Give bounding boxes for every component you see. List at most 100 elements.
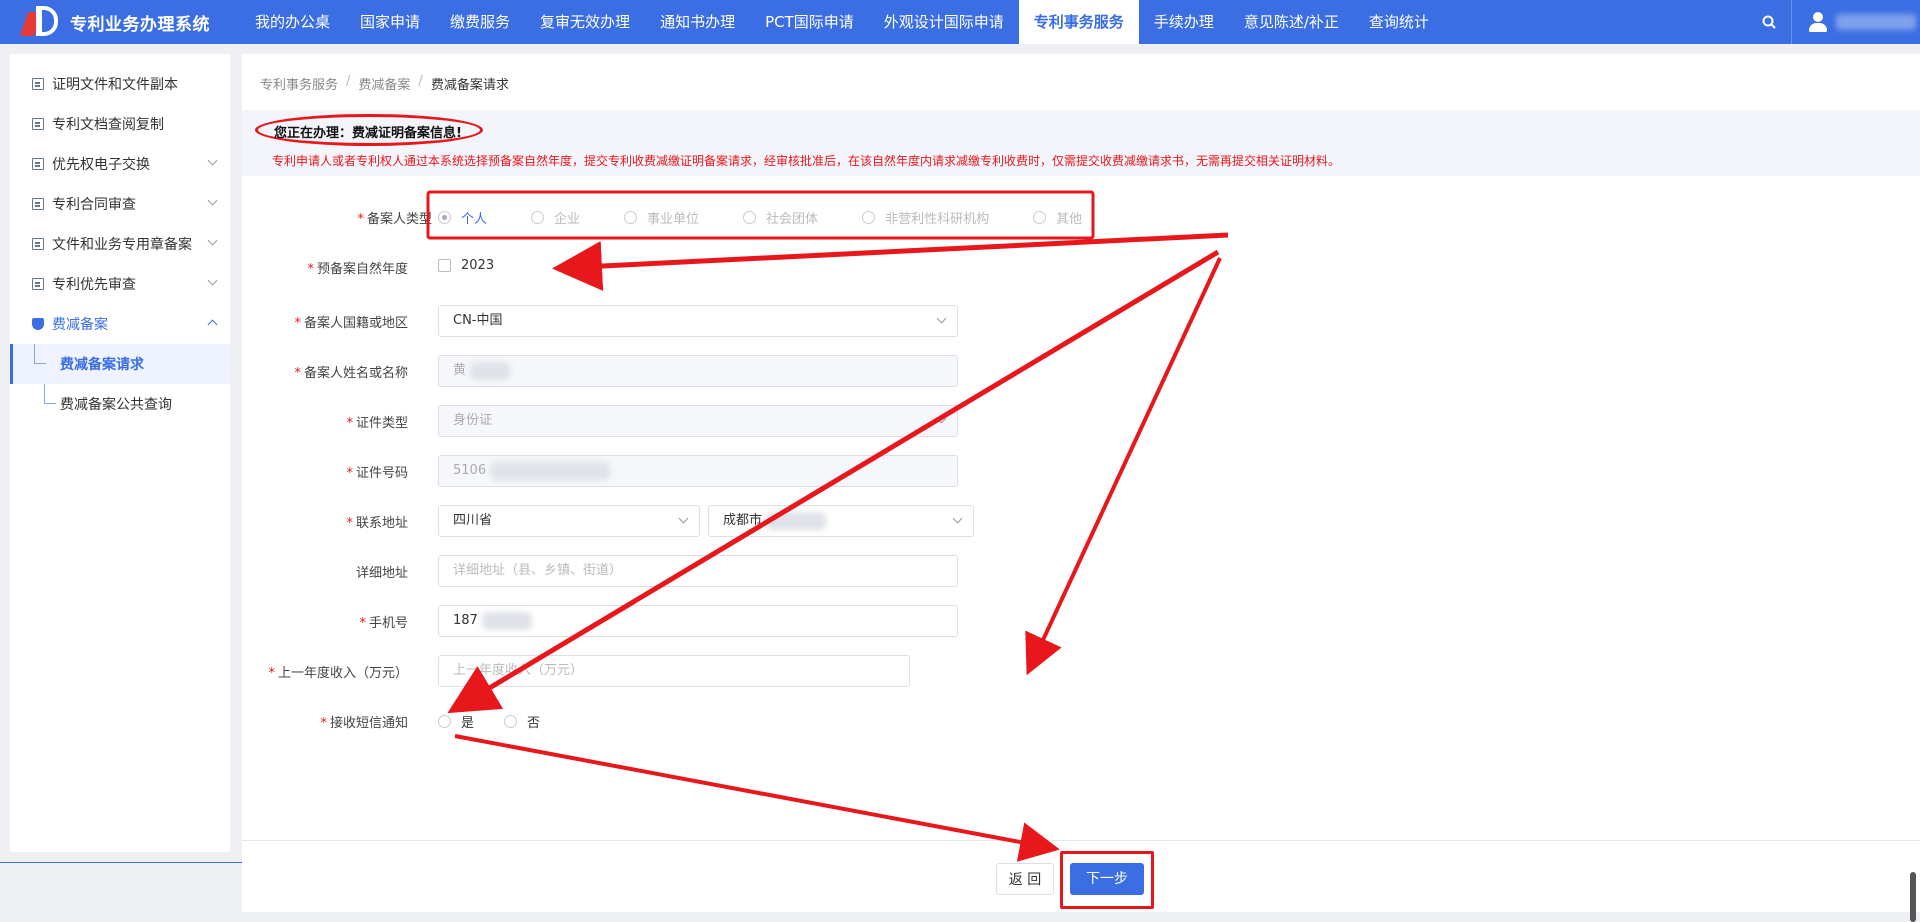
sms-option-no[interactable]: 否 (504, 712, 540, 731)
sms-label: * 接收短信通知 (320, 716, 408, 731)
document-icon (32, 118, 44, 130)
breadcrumb-separator: / (418, 74, 423, 89)
redacted-blur (470, 361, 511, 380)
breadcrumb-current: 费减备案请求 (430, 78, 509, 93)
id-number-field[interactable]: 5106 (438, 455, 958, 487)
shield-icon (32, 318, 44, 330)
sidebar-item-priority-review[interactable]: 专利优先审查 (10, 264, 230, 304)
address-label: * 联系地址 (346, 516, 408, 531)
year-checkbox-2023[interactable]: 2023 (438, 258, 494, 273)
user-menu[interactable] (1792, 12, 1920, 32)
patent-logo-icon (20, 4, 64, 40)
main-nav: 我的办公桌 国家申请 缴费服务 复审无效办理 通知书办理 PCT国际申请 外观设… (240, 0, 1444, 44)
sidebar-item-label: 文件和业务专用章备案 (52, 237, 192, 253)
nav-item-procedures[interactable]: 手续办理 (1139, 0, 1229, 44)
filer-type-option-individual[interactable]: 个人 (438, 208, 487, 227)
radio-icon (504, 715, 518, 728)
search-icon (1762, 15, 1776, 29)
sms-option-yes[interactable]: 是 (438, 712, 474, 731)
nationality-select[interactable]: CN-中国 (438, 305, 958, 337)
nav-item-patent-affairs[interactable]: 专利事务服务 (1018, 0, 1139, 44)
detail-address-label: 详细地址 (355, 566, 408, 581)
nav-item-payment-service[interactable]: 缴费服务 (435, 0, 525, 44)
id-type-label: * 证件类型 (346, 416, 408, 431)
radio-icon (438, 715, 451, 728)
sidebar-subitem-fee-reduction-query[interactable]: 费减备案公共查询 (10, 384, 230, 424)
nav-item-notices[interactable]: 通知书办理 (645, 0, 750, 44)
sidebar-item-fee-reduction[interactable]: 费减备案 (10, 304, 230, 344)
user-avatar-icon (1808, 12, 1828, 32)
filer-type-option-other[interactable]: 其他 (1033, 208, 1082, 227)
search-button[interactable] (1746, 0, 1792, 44)
radio-checked-icon (438, 211, 451, 224)
province-select[interactable]: 四川省 (438, 505, 700, 537)
document-icon (32, 158, 44, 170)
sidebar-item-certificates[interactable]: 证明文件和文件副本 (10, 64, 230, 104)
radio-icon (624, 211, 638, 224)
redacted-blur (490, 461, 611, 480)
chevron-down-icon (678, 513, 689, 524)
app-logo[interactable]: 专利业务办理系统 (0, 4, 240, 40)
redacted-blur (766, 511, 827, 530)
sidebar-item-seal-filing[interactable]: 文件和业务专用章备案 (10, 224, 230, 264)
income-label: * 上一年度收入（万元） (268, 666, 408, 681)
sidebar-item-label: 专利合同审查 (52, 197, 136, 213)
app-title: 专利业务办理系统 (70, 14, 210, 35)
detail-address-input[interactable]: 详细地址（县、乡镇、街道） (438, 555, 958, 587)
sidebar-item-label: 专利优先审查 (52, 277, 136, 293)
chevron-down-icon (936, 313, 947, 324)
chevron-down-icon (207, 275, 218, 286)
phone-label: * 手机号 (359, 616, 408, 631)
chevron-up-icon (207, 319, 218, 330)
sidebar-subitem-fee-reduction-request[interactable]: 费减备案请求 (10, 344, 230, 384)
nav-item-query-stats[interactable]: 查询统计 (1354, 0, 1444, 44)
radio-icon (743, 211, 757, 224)
back-button[interactable]: 返 回 (996, 863, 1054, 895)
name-field[interactable]: 黄 (438, 355, 958, 387)
filer-type-option-enterprise[interactable]: 企业 (531, 208, 580, 227)
filer-type-option-social-group[interactable]: 社会团体 (743, 208, 818, 227)
filer-type-label: * 备案人类型 (357, 212, 432, 227)
id-type-select[interactable]: 身份证 (438, 405, 958, 437)
filer-type-option-public-institution[interactable]: 事业单位 (624, 208, 699, 227)
scrollbar[interactable] (1910, 872, 1916, 922)
chevron-down-icon (207, 235, 218, 246)
sidebar-item-label: 费减备案请求 (60, 357, 144, 373)
breadcrumb-item[interactable]: 专利事务服务 (260, 74, 338, 93)
document-icon (32, 238, 44, 250)
notice-title: 您正在办理：费减证明备案信息! (274, 126, 462, 141)
tree-connector (34, 344, 46, 364)
form-footer: 返 回 下一步 (242, 840, 1920, 912)
filer-type-option-research-org[interactable]: 非营利性科研机构 (862, 208, 989, 227)
nav-item-design-international[interactable]: 外观设计国际申请 (869, 0, 1019, 44)
nav-item-national-application[interactable]: 国家申请 (345, 0, 435, 44)
income-input[interactable]: 上一年度收入（万元） (438, 655, 910, 687)
nav-item-reexamination[interactable]: 复审无效办理 (525, 0, 645, 44)
main-panel: 专利事务服务 / 费减备案 / 费减备案请求 您正在办理：费减证明备案信息! 专… (242, 54, 1920, 912)
sidebar-item-label: 优先权电子交换 (52, 157, 150, 173)
radio-icon (1033, 211, 1047, 224)
chevron-down-icon (936, 413, 947, 424)
filer-type-radio-group: 个人 企业 事业单位 社会团体 非营利性科研机构 其他 (438, 208, 1126, 227)
document-icon (32, 78, 44, 90)
year-label: * 预备案自然年度 (307, 262, 408, 277)
breadcrumb-item[interactable]: 费减备案 (358, 74, 410, 93)
document-icon (32, 278, 44, 290)
redacted-blur (481, 611, 532, 630)
nationality-label: * 备案人国籍或地区 (294, 316, 408, 331)
sidebar-item-document-copy[interactable]: 专利文档查阅复制 (10, 104, 230, 144)
nav-item-my-desk[interactable]: 我的办公桌 (240, 0, 345, 44)
sidebar-item-priority-exchange[interactable]: 优先权电子交换 (10, 144, 230, 184)
top-nav-bar: 专利业务办理系统 我的办公桌 国家申请 缴费服务 复审无效办理 通知书办理 PC… (0, 0, 1920, 44)
annotation-box (1060, 851, 1154, 909)
phone-input[interactable]: 187 (438, 605, 958, 637)
radio-icon (531, 211, 545, 224)
breadcrumb: 专利事务服务 / 费减备案 / 费减备案请求 (260, 74, 509, 93)
nav-item-pct[interactable]: PCT国际申请 (750, 0, 869, 44)
nav-item-opinions[interactable]: 意见陈述/补正 (1229, 0, 1354, 44)
sidebar-item-contract-review[interactable]: 专利合同审查 (10, 184, 230, 224)
user-name-redacted (1836, 14, 1916, 30)
divider (0, 862, 242, 863)
sidebar-item-label: 费减备案 (52, 317, 108, 333)
city-select[interactable]: 成都市 (708, 505, 974, 537)
